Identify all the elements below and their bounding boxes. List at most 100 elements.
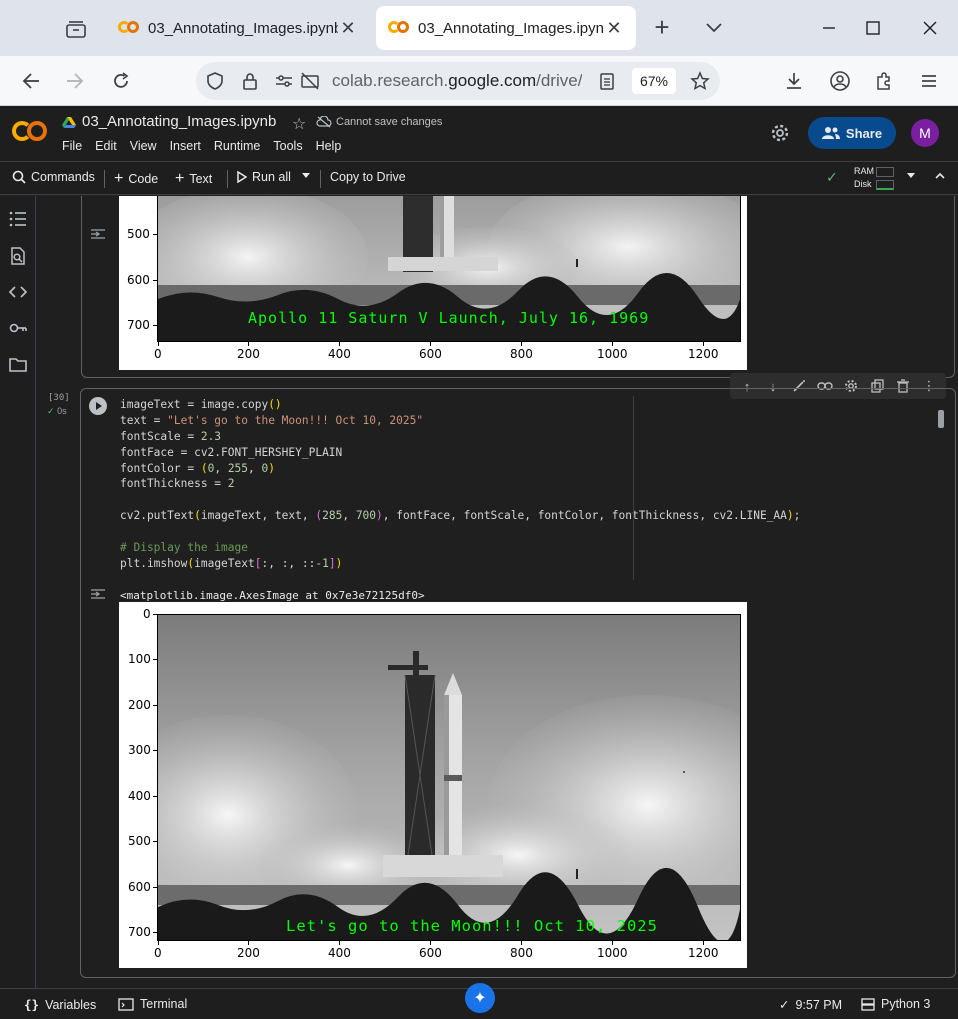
- table-of-contents-icon[interactable]: [8, 209, 28, 229]
- tab-overview-icon[interactable]: [52, 12, 100, 46]
- folder-icon[interactable]: [8, 355, 28, 375]
- x-tick-label: 1200: [688, 347, 719, 361]
- run-options-dropdown[interactable]: [301, 170, 311, 180]
- add-text-button[interactable]: + Text: [175, 170, 212, 188]
- variables-label: Variables: [45, 997, 97, 1012]
- gear-icon[interactable]: [770, 123, 790, 143]
- divider: [320, 170, 321, 188]
- tick-mark: [612, 342, 613, 346]
- code-scrollbar[interactable]: [938, 410, 944, 428]
- menu-edit[interactable]: Edit: [95, 139, 117, 155]
- url-text[interactable]: colab.research.google.com/drive/: [332, 71, 582, 91]
- avatar[interactable]: M: [911, 119, 939, 147]
- check-icon: ✓: [779, 998, 790, 1012]
- y-tick-label: 100: [128, 652, 151, 666]
- plus-icon: +: [114, 170, 124, 187]
- permissions-icon[interactable]: [274, 71, 294, 91]
- browser-tab-1[interactable]: 03_Annotating_Images.ipynb ✕: [106, 6, 370, 50]
- camera-blocked-icon[interactable]: [300, 71, 320, 91]
- ruler-line: [633, 396, 634, 580]
- share-button[interactable]: Share: [808, 117, 896, 149]
- menu-help[interactable]: Help: [316, 139, 342, 155]
- forward-icon[interactable]: [60, 66, 90, 96]
- lock-icon[interactable]: [240, 71, 260, 91]
- tick-mark: [430, 342, 431, 346]
- output-toggle-icon[interactable]: [90, 587, 108, 601]
- menu-insert[interactable]: Insert: [170, 139, 201, 155]
- plus-icon: +: [175, 170, 185, 187]
- download-icon[interactable]: [779, 66, 809, 96]
- close-icon[interactable]: ✕: [338, 18, 358, 39]
- output-toggle-icon[interactable]: [90, 227, 108, 241]
- caret-down-icon: [907, 173, 915, 178]
- resource-monitor[interactable]: RAM Disk: [854, 165, 874, 191]
- window-close-icon[interactable]: [916, 14, 944, 42]
- colab-logo-icon[interactable]: [12, 121, 48, 143]
- find-replace-icon[interactable]: [8, 246, 28, 266]
- execution-time-label: 0s: [57, 406, 67, 416]
- colab-favicon-icon: [388, 21, 410, 35]
- colab-favicon-icon: [118, 21, 140, 35]
- play-icon: [237, 171, 247, 183]
- tick-mark: [158, 342, 159, 346]
- overlay-caption-2: Let's go to the Moon!!! Oct 10, 2025: [286, 917, 658, 935]
- tick-mark: [153, 750, 157, 751]
- commands-label: Commands: [31, 170, 95, 184]
- minimize-icon[interactable]: [815, 14, 843, 42]
- shield-icon[interactable]: [205, 71, 225, 91]
- disk-usage-bar: [876, 180, 894, 190]
- menu-icon[interactable]: [914, 66, 944, 96]
- apollo-launch-image-2: Let's go to the Moon!!! Oct 10, 2025: [157, 614, 741, 941]
- resource-dropdown[interactable]: [906, 170, 916, 180]
- execution-time-label: 9:57 PM: [795, 997, 843, 1012]
- tick-mark: [153, 887, 157, 888]
- key-icon[interactable]: [8, 318, 28, 338]
- gemini-sparkle-icon[interactable]: ✦: [465, 983, 495, 1013]
- copy-to-drive-label: Copy to Drive: [330, 170, 406, 184]
- copy-to-drive-button[interactable]: Copy to Drive: [330, 170, 406, 184]
- y-tick-label: 500: [127, 227, 150, 241]
- commands-button[interactable]: Commands: [12, 170, 95, 184]
- plot-1: Apollo 11 Saturn V Launch, July 16, 1969…: [119, 196, 747, 370]
- extensions-icon[interactable]: [869, 66, 899, 96]
- reader-view-icon[interactable]: [597, 71, 617, 91]
- code-line: text = "Let's go to the Moon!!! Oct 10, …: [120, 414, 424, 427]
- menu-file[interactable]: File: [62, 139, 82, 155]
- chevron-down-icon[interactable]: [700, 14, 728, 42]
- tick-mark: [153, 841, 157, 842]
- tab-title: 03_Annotating_Images.ipynb: [418, 19, 604, 37]
- address-bar[interactable]: colab.research.google.com/drive/ 67%: [196, 62, 720, 100]
- back-icon[interactable]: [16, 66, 46, 96]
- star-icon[interactable]: ☆: [292, 114, 306, 134]
- cannot-save-status[interactable]: Cannot save changes: [316, 116, 442, 128]
- runtime-type[interactable]: Python 3: [861, 997, 930, 1011]
- run-all-button[interactable]: Run all: [237, 170, 291, 184]
- reload-icon[interactable]: [106, 66, 136, 96]
- tick-mark: [612, 941, 613, 945]
- notebook-content: Apollo 11 Saturn V Launch, July 16, 1969…: [37, 196, 958, 988]
- browser-tab-2[interactable]: 03_Annotating_Images.ipynb ✕: [376, 6, 636, 50]
- notebook-title[interactable]: 03_Annotating_Images.ipynb: [82, 113, 276, 130]
- tick-mark: [339, 941, 340, 945]
- new-tab-button[interactable]: +: [648, 14, 676, 42]
- execution-status[interactable]: ✓ 9:57 PM: [779, 997, 843, 1013]
- close-icon[interactable]: ✕: [604, 18, 624, 39]
- code-snippets-icon[interactable]: [8, 282, 28, 302]
- divider: [227, 170, 228, 188]
- bookmark-star-icon[interactable]: [690, 71, 710, 91]
- add-code-button[interactable]: + Code: [114, 170, 158, 188]
- google-drive-icon: [62, 117, 76, 128]
- terminal-button[interactable]: Terminal: [118, 997, 187, 1011]
- code-editor[interactable]: imageText = image.copy() text = "Let's g…: [81, 396, 941, 580]
- zoom-level[interactable]: 67%: [632, 68, 676, 94]
- menu-view[interactable]: View: [130, 139, 157, 155]
- check-icon: ✓: [47, 406, 55, 416]
- variables-button[interactable]: {} Variables: [24, 997, 96, 1012]
- maximize-icon[interactable]: [859, 14, 887, 42]
- menu-runtime[interactable]: Runtime: [214, 139, 261, 155]
- x-tick-label: 0: [154, 946, 162, 960]
- left-sidebar: [0, 196, 36, 988]
- account-icon[interactable]: [825, 66, 855, 96]
- collapse-toolbar-button[interactable]: [934, 170, 946, 182]
- menu-tools[interactable]: Tools: [273, 139, 302, 155]
